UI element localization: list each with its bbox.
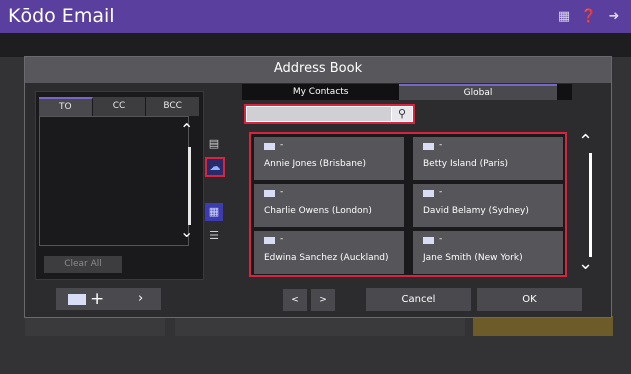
mail-icon: [423, 143, 434, 150]
logout-icon[interactable]: ➜: [604, 6, 624, 26]
contact-name: Annie Jones (Brisbane): [264, 159, 366, 169]
app-title: Kōdo Email: [8, 5, 115, 27]
contact-card[interactable]: - David Belamy (Sydney): [413, 184, 563, 227]
help-icon[interactable]: ❓: [579, 6, 599, 26]
background-button-middle: [175, 316, 465, 336]
chevron-up-icon[interactable]: ⌃: [578, 131, 593, 152]
contact-email: -: [280, 234, 284, 244]
add-recipients-button[interactable]: + ›: [56, 288, 161, 310]
contacts-scrollbar[interactable]: [589, 153, 592, 257]
tab-my-contacts[interactable]: My Contacts: [242, 84, 400, 100]
list-view-icon[interactable]: ☰: [205, 227, 223, 245]
ok-button[interactable]: OK: [477, 288, 582, 311]
plus-icon: +: [90, 289, 105, 309]
chevron-down-icon[interactable]: ⌄: [578, 253, 593, 274]
contact-name: Charlie Owens (London): [264, 206, 372, 216]
cloud-icon[interactable]: ☁: [205, 157, 225, 177]
app-topbar: Kōdo Email ▦ ❓ ➜: [0, 0, 631, 33]
recipient-scrollbar[interactable]: [188, 147, 191, 225]
tab-cc[interactable]: CC: [92, 97, 147, 116]
recipients-panel: TO CC BCC ⌃ ⌄ Clear All: [35, 91, 204, 280]
search-box: ⚲: [244, 104, 415, 124]
contact-email: -: [439, 140, 443, 150]
chevron-right-icon: ›: [138, 291, 144, 306]
view-tabs: My Contacts Global: [242, 84, 572, 100]
contact-card[interactable]: - Jane Smith (New York): [413, 231, 563, 274]
cancel-button[interactable]: Cancel: [366, 288, 471, 311]
background-strip: [0, 33, 631, 57]
clear-all-button[interactable]: Clear All: [44, 256, 122, 273]
contact-name: Edwina Sanchez (Auckland): [264, 253, 389, 263]
chevron-down-icon[interactable]: ⌄: [180, 222, 193, 241]
source-icons: ▤ ☁ ▦ ☰: [203, 135, 227, 285]
background-button-left: [25, 316, 165, 336]
address-book-icon[interactable]: ▦: [554, 6, 574, 26]
contact-email: -: [280, 187, 284, 197]
mail-icon: [423, 237, 434, 244]
envelope-icon: [68, 294, 86, 305]
mail-icon: [423, 190, 434, 197]
address-book-dialog: Address Book TO CC BCC ⌃ ⌄ Clear All ▤ ☁…: [24, 56, 612, 318]
contact-name: Betty Island (Paris): [423, 159, 509, 169]
contacts-grid: - Annie Jones (Brisbane) - Betty Island …: [249, 132, 567, 277]
contact-name: Jane Smith (New York): [423, 253, 523, 263]
contact-name: David Belamy (Sydney): [423, 206, 529, 216]
contact-card[interactable]: - Betty Island (Paris): [413, 137, 563, 180]
contact-card[interactable]: - Annie Jones (Brisbane): [254, 137, 404, 180]
contact-email: -: [439, 234, 443, 244]
contact-email: -: [280, 140, 284, 150]
topbar-icons: ▦ ❓ ➜: [554, 6, 624, 26]
search-icon[interactable]: ⚲: [392, 107, 412, 121]
recipient-list[interactable]: [39, 116, 189, 246]
chevron-up-icon[interactable]: ⌃: [180, 120, 193, 139]
tab-global[interactable]: Global: [399, 84, 557, 100]
previous-page-button[interactable]: <: [283, 289, 307, 311]
tab-to[interactable]: TO: [39, 97, 93, 116]
contact-email: -: [439, 187, 443, 197]
contact-card[interactable]: - Charlie Owens (London): [254, 184, 404, 227]
next-page-button[interactable]: >: [311, 289, 335, 311]
contact-card[interactable]: - Edwina Sanchez (Auckland): [254, 231, 404, 274]
search-input[interactable]: [247, 107, 391, 121]
dialog-title: Address Book: [273, 61, 363, 76]
contact-card-icon[interactable]: ▤: [205, 135, 223, 153]
tab-bcc[interactable]: BCC: [146, 97, 201, 116]
mail-icon: [264, 237, 275, 244]
recipient-tabs: TO CC BCC: [39, 97, 201, 116]
grid-view-icon[interactable]: ▦: [205, 203, 223, 221]
mail-icon: [264, 190, 275, 197]
view-tabs-end: [556, 84, 572, 100]
background-button-right: [473, 316, 613, 336]
mail-icon: [264, 143, 275, 150]
dialog-header: Address Book: [25, 57, 611, 83]
